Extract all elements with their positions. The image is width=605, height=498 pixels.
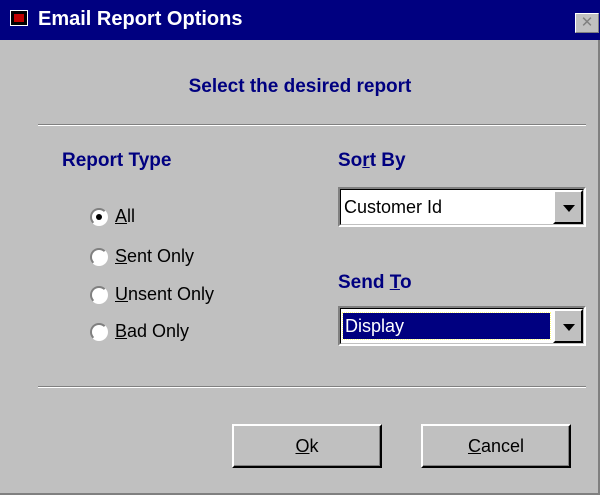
chevron-down-icon	[563, 205, 575, 212]
radio-button[interactable]	[90, 323, 108, 341]
sort-by-dropdown[interactable]: Customer Id	[338, 187, 586, 227]
cancel-button[interactable]: Cancel	[421, 424, 571, 468]
radio-selected-dot	[96, 214, 102, 220]
report-window-icon[interactable]	[10, 10, 28, 26]
sort-by-value: Customer Id	[344, 197, 443, 217]
radio-button[interactable]	[90, 248, 108, 266]
window-title: Email Report Options	[38, 8, 243, 30]
radio-all-label: All	[115, 206, 136, 226]
close-button[interactable]: ✕	[575, 13, 599, 33]
chevron-down-icon	[563, 324, 575, 331]
radio-sent-only-label: Sent Only	[115, 246, 195, 266]
radio-button[interactable]	[90, 286, 108, 304]
send-to-value: Display	[342, 312, 551, 340]
radio-bad-only-label: Bad Only	[115, 321, 190, 341]
send-to-label: Send To	[338, 272, 412, 293]
bottom-separator	[38, 386, 586, 388]
report-type-label: Report Type	[62, 150, 172, 171]
email-report-options-dialog: Email Report Options ✕ Select the desire…	[0, 0, 600, 495]
send-to-dropdown[interactable]: Display	[338, 306, 586, 346]
ok-button[interactable]: Ok	[232, 424, 382, 468]
radio-unsent-only-label: Unsent Only	[115, 284, 215, 304]
dialog-heading: Select the desired report	[188, 76, 412, 97]
top-separator	[38, 124, 586, 126]
send-to-dropdown-button[interactable]	[553, 309, 583, 343]
title-bar: Email Report Options ✕	[0, 0, 600, 40]
radio-button[interactable]	[90, 208, 108, 226]
close-icon: ✕	[580, 14, 594, 31]
sort-by-dropdown-button[interactable]	[553, 190, 583, 224]
sort-by-label: Sort By	[338, 150, 406, 171]
